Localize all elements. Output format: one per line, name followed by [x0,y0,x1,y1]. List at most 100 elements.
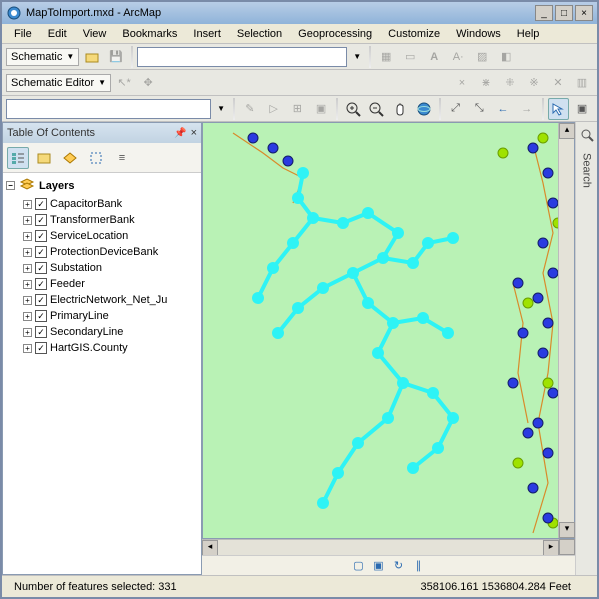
list-by-visibility-icon[interactable] [59,147,81,169]
fixed-zoom-in-icon[interactable]: ⤢ [445,98,467,120]
menu-selection[interactable]: Selection [229,26,290,42]
menu-help[interactable]: Help [509,26,548,42]
text-tool-icon[interactable]: A· [447,46,469,68]
close-button[interactable]: × [575,5,593,21]
tree-root[interactable]: − Layers [3,175,201,196]
clear-selection-icon[interactable]: ▣ [571,98,593,120]
tool-icon[interactable]: ▭ [399,46,421,68]
refresh-icon[interactable]: ↻ [392,559,406,573]
layout-tool-icon[interactable]: ▥ [571,72,593,94]
tree-item[interactable]: +✓Feeder [3,276,201,292]
node-tool-icon[interactable]: ⁜ [499,72,521,94]
tree-item[interactable]: +✓ElectricNetwork_Net_Ju [3,292,201,308]
save-diagram-icon[interactable]: 💾 [105,46,127,68]
scroll-up-icon[interactable]: ▴ [559,123,575,139]
tool-icon[interactable]: ◧ [495,46,517,68]
open-diagram-icon[interactable] [81,46,103,68]
schematic-name-input[interactable] [137,47,347,67]
tree-item[interactable]: +✓TransformerBank [3,212,201,228]
layout-view-icon[interactable]: ▣ [372,559,386,573]
back-extent-icon[interactable]: ← [492,98,514,120]
pause-drawing-icon[interactable]: ∥ [412,559,426,573]
layer-checkbox[interactable]: ✓ [35,230,47,242]
tool-icon[interactable]: ⊞ [286,98,308,120]
zoom-out-icon[interactable] [366,98,388,120]
collapse-icon[interactable]: − [6,181,15,190]
node-tool-icon[interactable]: ※ [523,72,545,94]
text-tool-icon[interactable]: A [423,46,445,68]
schematic-editor-dropdown[interactable]: Schematic Editor▼ [6,74,111,92]
tree-item[interactable]: +✓PrimaryLine [3,308,201,324]
expand-icon[interactable]: + [23,280,32,289]
tool-icon[interactable]: ▦ [375,46,397,68]
schematic-dropdown[interactable]: Schematic▼ [6,48,79,66]
menu-file[interactable]: File [6,26,40,42]
expand-icon[interactable]: + [23,216,32,225]
full-extent-icon[interactable] [413,98,435,120]
expand-icon[interactable]: + [23,312,32,321]
menu-windows[interactable]: Windows [448,26,509,42]
list-by-selection-icon[interactable] [85,147,107,169]
edit-tool-icon[interactable]: ✎ [239,98,261,120]
maximize-button[interactable]: □ [555,5,573,21]
tool-icon[interactable]: ▨ [471,46,493,68]
expand-icon[interactable]: + [23,232,32,241]
close-panel-icon[interactable]: × [191,127,197,139]
tool-icon[interactable]: ▷ [263,98,285,120]
node-tool-icon[interactable]: ⋇ [475,72,497,94]
map-scrollbar-vertical[interactable]: ▴ ▾ [558,123,574,538]
move-tool-icon[interactable]: ✥ [137,72,159,94]
menu-geoprocessing[interactable]: Geoprocessing [290,26,380,42]
expand-icon[interactable]: + [23,328,32,337]
layer-checkbox[interactable]: ✓ [35,246,47,258]
menu-view[interactable]: View [75,26,115,42]
layer-checkbox[interactable]: ✓ [35,294,47,306]
menu-customize[interactable]: Customize [380,26,448,42]
dropdown-arrow-icon[interactable]: ▼ [349,52,365,61]
tree-item[interactable]: +✓ProtectionDeviceBank [3,244,201,260]
scroll-right-icon[interactable]: ▸ [543,540,559,556]
list-by-drawing-order-icon[interactable] [7,147,29,169]
tree-item[interactable]: +✓SecondaryLine [3,324,201,340]
expand-icon[interactable]: + [23,200,32,209]
menu-insert[interactable]: Insert [185,26,229,42]
fixed-zoom-out-icon[interactable]: ⤡ [468,98,490,120]
tree-item[interactable]: +✓ServiceLocation [3,228,201,244]
expand-icon[interactable]: + [23,296,32,305]
dropdown-arrow-icon[interactable]: ▼ [213,104,229,113]
layer-checkbox[interactable]: ✓ [35,278,47,290]
scroll-left-icon[interactable]: ◂ [202,540,218,556]
tool-icon[interactable]: ▣ [310,98,332,120]
expand-icon[interactable]: + [23,248,32,257]
layer-checkbox[interactable]: ✓ [35,310,47,322]
layer-checkbox[interactable]: ✓ [35,214,47,226]
node-tool-icon[interactable]: × [451,72,473,94]
zoom-in-icon[interactable] [342,98,364,120]
tree-item[interactable]: +✓Substation [3,260,201,276]
layer-checkbox[interactable]: ✓ [35,198,47,210]
layer-checkbox[interactable]: ✓ [35,342,47,354]
layer-checkbox[interactable]: ✓ [35,326,47,338]
map-canvas[interactable] [203,123,558,538]
toc-options-icon[interactable]: ≡ [111,147,133,169]
forward-extent-icon[interactable]: → [516,98,538,120]
scale-input[interactable] [6,99,211,119]
node-tool-icon[interactable]: ✕ [547,72,569,94]
edit-tool-icon[interactable]: ↖* [113,72,135,94]
menu-edit[interactable]: Edit [40,26,75,42]
pan-icon[interactable] [389,98,411,120]
search-sidebar[interactable]: Search [575,122,597,575]
layer-checkbox[interactable]: ✓ [35,262,47,274]
minimize-button[interactable]: _ [535,5,553,21]
menu-bookmarks[interactable]: Bookmarks [114,26,185,42]
expand-icon[interactable]: + [23,344,32,353]
tree-item[interactable]: +✓CapacitorBank [3,196,201,212]
data-view-icon[interactable]: ▢ [352,559,366,573]
map-scrollbar-horizontal[interactable]: ◂ ▸ [202,539,559,555]
tree-item[interactable]: +✓HartGIS.County [3,340,201,356]
scroll-down-icon[interactable]: ▾ [559,522,575,538]
expand-icon[interactable]: + [23,264,32,273]
list-by-source-icon[interactable] [33,147,55,169]
select-features-icon[interactable] [548,98,570,120]
pin-icon[interactable]: 📌 [174,128,186,139]
